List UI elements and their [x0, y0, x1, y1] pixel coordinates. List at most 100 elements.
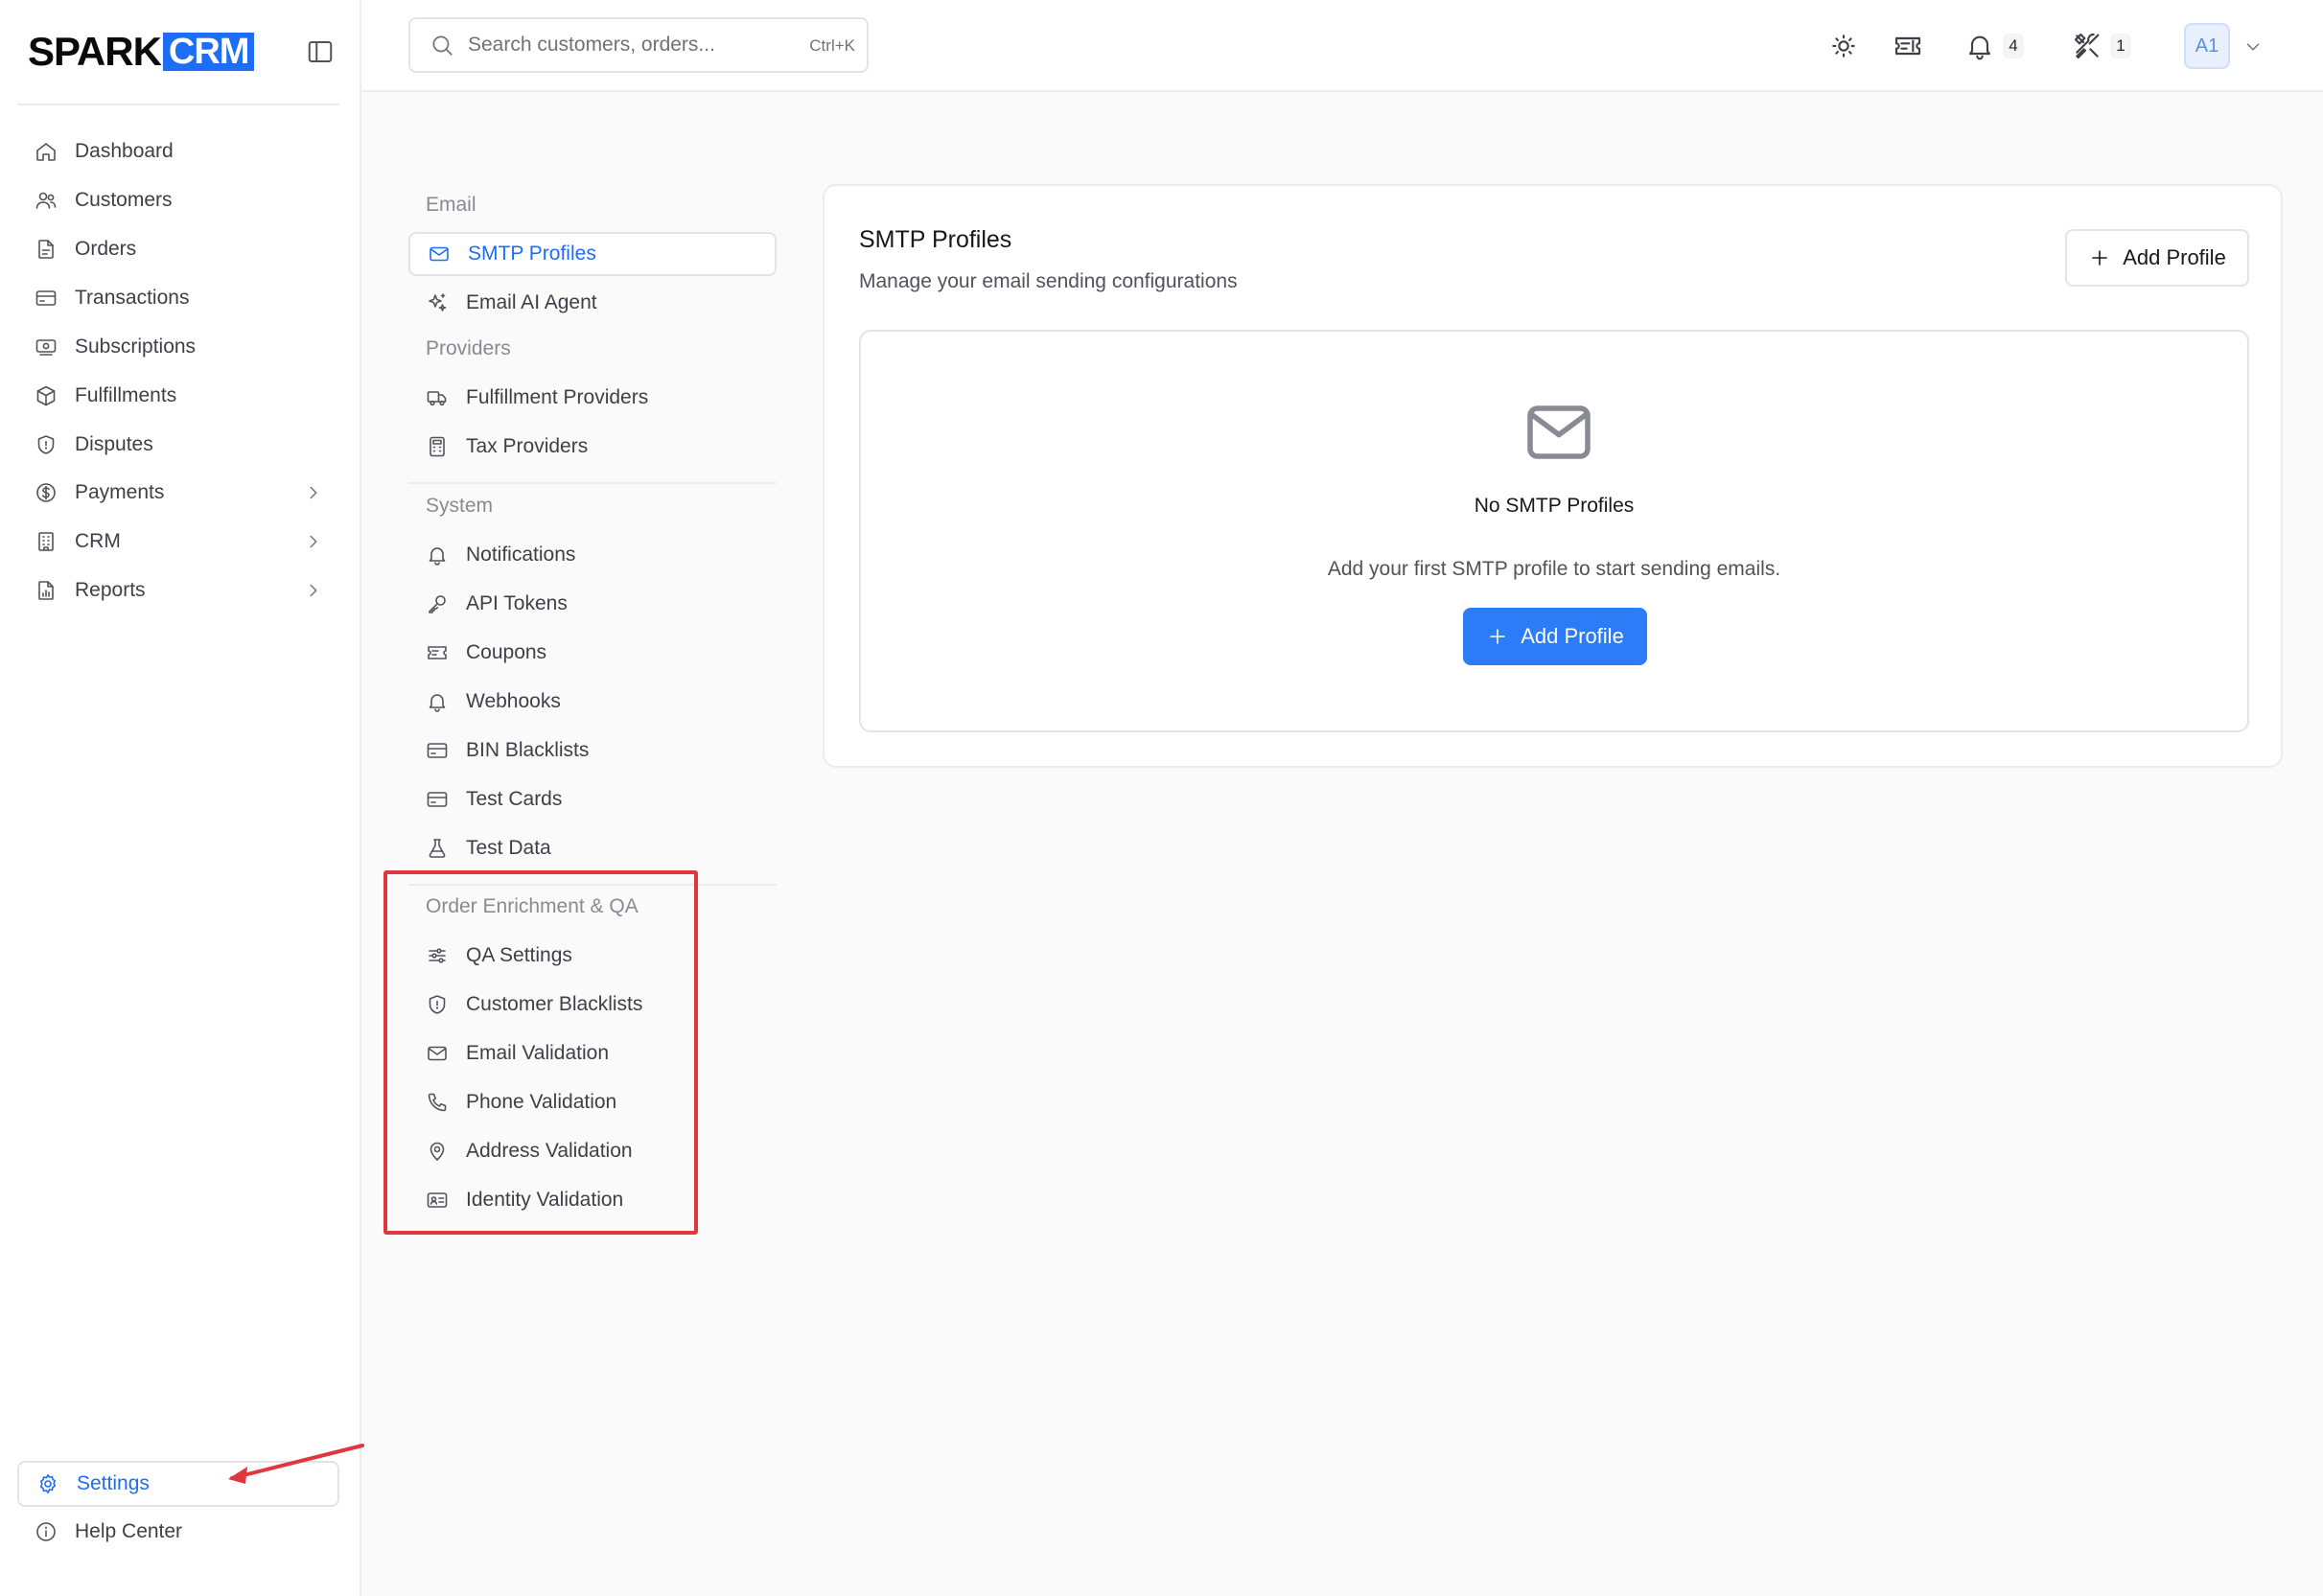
add-profile-primary-button[interactable]: Add Profile [1463, 608, 1647, 665]
settings-item-label: Webhooks [466, 690, 561, 712]
tools-button[interactable]: 1 [2072, 27, 2131, 65]
truck-icon [426, 386, 449, 409]
settings-item-label: Test Data [466, 837, 551, 859]
home-icon [35, 140, 58, 163]
add-profile-primary-button-label: Add Profile [1521, 624, 1624, 648]
sparkles-icon [426, 291, 449, 314]
sidebar-item-crm[interactable]: CRM [17, 519, 339, 565]
settings-item-email-ai-agent[interactable]: Email AI Agent [408, 281, 777, 325]
settings-section-title-system: System [426, 495, 494, 517]
settings-item-test-data[interactable]: Test Data [408, 826, 777, 870]
chevron-down-icon[interactable] [2242, 36, 2264, 58]
settings-item-label: Notifications [466, 544, 576, 566]
sidebar-item-label: Transactions [75, 287, 190, 309]
sidebar-item-label: Subscriptions [75, 335, 197, 358]
empty-state-panel: No SMTP Profiles Add your first SMTP pro… [859, 330, 2249, 732]
settings-item-label: API Tokens [466, 592, 568, 614]
settings-item-notifications[interactable]: Notifications [408, 533, 777, 577]
sidebar-item-transactions[interactable]: Transactions [17, 275, 339, 321]
sidebar-toggle-icon[interactable] [306, 37, 335, 66]
credit-card-icon [426, 739, 449, 762]
sidebar-item-label: Orders [75, 238, 137, 260]
brand-logo[interactable]: SPARK CRM [28, 29, 255, 74]
sidebar: SPARK CRM Dashboard Customers Orders Tra… [0, 0, 361, 1596]
chevron-right-icon [303, 531, 324, 552]
settings-item-api-tokens[interactable]: API Tokens [408, 582, 777, 626]
sidebar-divider [17, 104, 339, 105]
notifications-count-badge: 4 [2003, 34, 2024, 58]
settings-item-label: Tax Providers [466, 435, 589, 457]
file-icon [35, 238, 58, 261]
sidebar-item-subscriptions[interactable]: Subscriptions [17, 324, 339, 370]
user-avatar[interactable]: A1 [2184, 23, 2230, 69]
brand-name-part1: SPARK [28, 29, 162, 74]
settings-item-smtp-profiles[interactable]: SMTP Profiles [408, 232, 777, 276]
info-icon [35, 1520, 58, 1543]
settings-item-test-cards[interactable]: Test Cards [408, 777, 777, 821]
search-input[interactable] [468, 34, 755, 57]
settings-item-label: Coupons [466, 641, 547, 663]
package-icon [35, 384, 58, 407]
calculator-icon [426, 435, 449, 458]
sidebar-item-label: Disputes [75, 433, 153, 455]
building-icon [35, 530, 58, 553]
settings-nav-divider [408, 482, 777, 484]
sun-icon [1828, 31, 1859, 61]
sidebar-item-customers[interactable]: Customers [17, 177, 339, 223]
users-icon [35, 189, 58, 212]
sidebar-item-label: Payments [75, 481, 165, 503]
report-icon [35, 579, 58, 602]
smtp-profiles-card: SMTP Profiles Manage your email sending … [823, 184, 2283, 768]
page-title: SMTP Profiles [859, 226, 1012, 253]
sidebar-item-orders[interactable]: Orders [17, 226, 339, 272]
annotation-highlight-box [383, 870, 698, 1235]
settings-item-fulfillment-providers[interactable]: Fulfillment Providers [408, 376, 777, 420]
tools-icon [2072, 31, 2102, 61]
theme-toggle-button[interactable] [1828, 27, 1859, 65]
sidebar-item-label: CRM [75, 530, 121, 552]
annotation-arrow [228, 1444, 364, 1484]
add-profile-button[interactable]: Add Profile [2065, 229, 2249, 287]
credit-card-icon [35, 287, 58, 310]
settings-item-label: Fulfillment Providers [466, 386, 649, 408]
brand-name-part2: CRM [162, 33, 255, 71]
top-header: Ctrl+K 4 1 A1 [361, 0, 2323, 92]
empty-state-description: Add your first SMTP profile to start sen… [1327, 558, 1781, 580]
bell-icon [1964, 31, 1995, 61]
settings-item-label: BIN Blacklists [466, 739, 590, 761]
notifications-button[interactable]: 4 [1964, 27, 2024, 65]
sidebar-item-fulfillments[interactable]: Fulfillments [17, 373, 339, 419]
sidebar-item-label: Reports [75, 579, 146, 601]
subscription-icon [35, 335, 58, 359]
mail-icon [428, 243, 451, 266]
page-subtitle: Manage your email sending configurations [859, 270, 1238, 292]
sidebar-item-reports[interactable]: Reports [17, 567, 339, 613]
settings-item-coupons[interactable]: Coupons [408, 631, 777, 675]
sidebar-item-dashboard[interactable]: Dashboard [17, 128, 339, 174]
sidebar-item-label: Customers [75, 189, 173, 211]
settings-item-tax-providers[interactable]: Tax Providers [408, 425, 777, 469]
add-profile-button-label: Add Profile [2123, 245, 2226, 269]
ticket-icon [1893, 31, 1923, 61]
settings-item-label: Email AI Agent [466, 291, 597, 313]
chevron-right-icon [303, 580, 324, 601]
sidebar-item-disputes[interactable]: Disputes [17, 422, 339, 468]
search-box[interactable]: Ctrl+K [408, 17, 869, 73]
sidebar-item-label: Help Center [75, 1520, 183, 1542]
bell-icon [426, 544, 449, 567]
dollar-icon [35, 481, 58, 504]
sidebar-item-payments[interactable]: Payments [17, 470, 339, 516]
settings-section-title-providers: Providers [426, 337, 511, 359]
sidebar-item-help-center[interactable]: Help Center [17, 1509, 339, 1555]
settings-item-webhooks[interactable]: Webhooks [408, 680, 777, 724]
settings-section-title-email: Email [426, 194, 476, 216]
key-icon [426, 592, 449, 615]
tools-count-badge: 1 [2110, 34, 2131, 58]
empty-state-title: No SMTP Profiles [1474, 495, 1635, 517]
plus-icon [2088, 246, 2111, 269]
settings-item-bin-blacklists[interactable]: BIN Blacklists [408, 729, 777, 773]
plus-icon [1486, 625, 1509, 648]
ticket-button[interactable] [1893, 27, 1923, 65]
sidebar-item-label: Dashboard [75, 140, 174, 162]
chevron-right-icon [303, 482, 324, 503]
